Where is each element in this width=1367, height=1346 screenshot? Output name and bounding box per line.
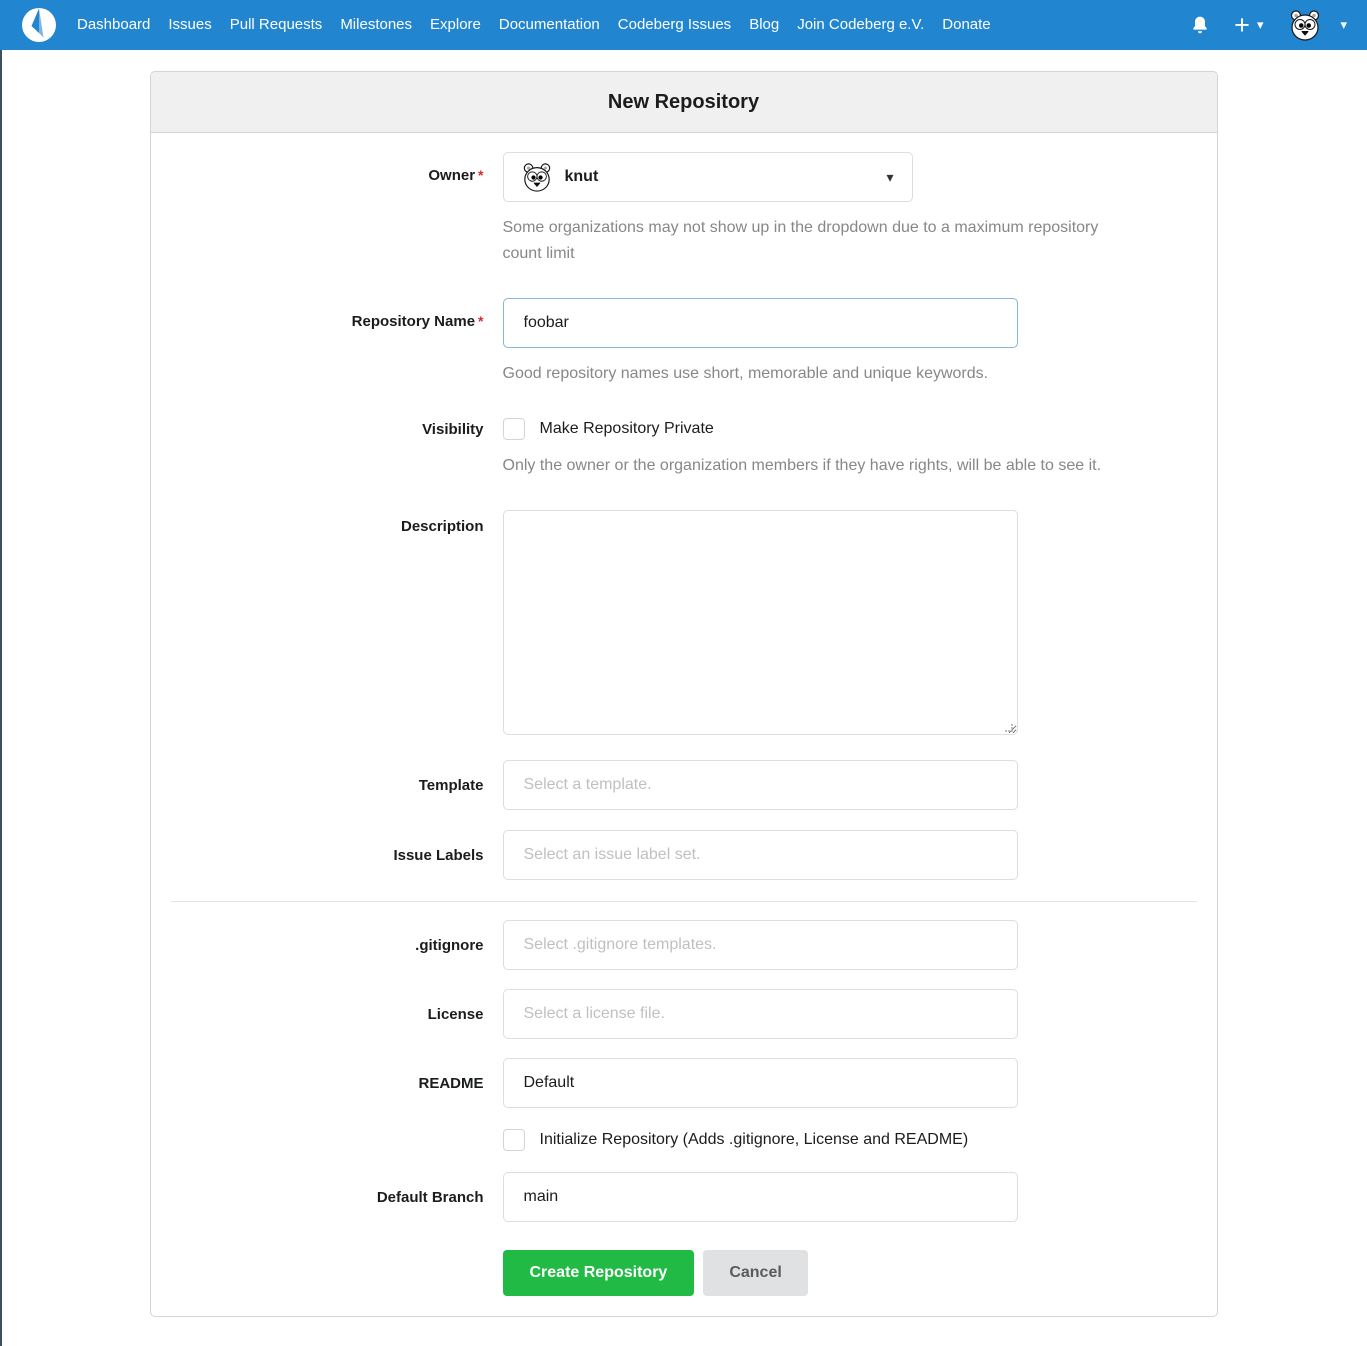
default-branch-row: Default Branch [171,1172,1197,1222]
section-divider [170,901,1197,902]
repo-name-label: Repository Name * [351,313,484,330]
nav-item-donate[interactable]: Donate [933,0,999,50]
new-repository-panel: New Repository Owner * knut ▾ Some organ… [149,71,1218,1317]
init-repo-checkbox-label[interactable]: Initialize Repository (Adds .gitignore, … [540,1131,969,1149]
form-actions-row: Create Repository Cancel [171,1250,1197,1296]
nav-item-issues[interactable]: Issues [159,0,220,50]
visibility-label: Visibility [422,421,484,438]
notifications-button[interactable] [1190,14,1210,36]
nav-item-documentation[interactable]: Documentation [490,0,609,50]
owner-label: Owner * [428,167,484,184]
private-checkbox-label[interactable]: Make Repository Private [540,420,714,438]
description-row: Description [171,510,1197,740]
owner-row: Owner * knut ▾ Some organizations may no… [171,152,1197,267]
left-edge-divider [0,50,2,1346]
codeberg-logo-icon[interactable] [21,7,57,43]
dropdown-caret-icon: ▾ [886,168,894,185]
visibility-row: Visibility Make Repository Private Only … [171,418,1197,479]
template-row: Template [171,760,1197,810]
create-new-menu[interactable]: + ▾ [1234,9,1264,40]
chevron-down-icon: ▾ [1256,17,1264,32]
visibility-help-text: Only the owner or the organization membe… [502,457,1102,474]
bell-icon [1193,16,1207,34]
user-menu-chevron-icon[interactable]: ▾ [1340,17,1347,33]
license-input[interactable] [502,989,1018,1039]
top-navbar: Dashboard Issues Pull Requests Milestone… [0,0,1367,50]
license-label: License [427,1005,484,1023]
required-asterisk: * [478,167,484,183]
repo-name-help-text: Good repository names use short, memorab… [502,365,989,382]
nav-item-pull-requests[interactable]: Pull Requests [221,0,332,50]
readme-input[interactable] [502,1058,1018,1108]
owner-avatar [523,163,550,192]
default-branch-label: Default Branch [376,1188,484,1206]
readme-label: README [418,1074,484,1092]
nav-item-blog[interactable]: Blog [740,0,788,50]
nav-item-join-codeberg[interactable]: Join Codeberg e.V. [788,0,933,50]
license-row: License [171,989,1197,1039]
gitignore-label: .gitignore [415,936,484,954]
issue-labels-label: Issue Labels [393,846,484,864]
plus-icon: + [1234,9,1250,40]
template-label: Template [418,776,484,794]
gitignore-row: .gitignore [171,920,1197,970]
issue-labels-input[interactable] [502,830,1018,880]
init-repo-row: Initialize Repository (Adds .gitignore, … [171,1129,1197,1151]
owner-help-text: Some organizations may not show up in th… [502,219,1099,262]
user-avatar[interactable] [1289,9,1321,41]
nav-item-dashboard[interactable]: Dashboard [68,0,159,50]
navbar-right-controls: + ▾ ▾ [1190,9,1347,41]
create-repository-button[interactable]: Create Repository [502,1250,695,1296]
nav-item-codeberg-issues[interactable]: Codeberg Issues [609,0,740,50]
repo-name-row: Repository Name* Good repository names u… [171,298,1197,387]
owner-dropdown[interactable]: knut ▾ [502,152,913,202]
owner-selected-value: knut [564,168,599,185]
issue-labels-row: Issue Labels [171,830,1197,880]
page-title: New Repository [150,72,1217,133]
nav-item-milestones[interactable]: Milestones [331,0,421,50]
nav-item-explore[interactable]: Explore [421,0,490,50]
private-checkbox[interactable] [502,418,525,440]
new-repository-form: Owner * knut ▾ Some organizations may no… [151,133,1217,1316]
cancel-button[interactable]: Cancel [703,1250,808,1296]
readme-row: README [171,1058,1197,1108]
gitignore-input[interactable] [502,920,1018,970]
required-asterisk: * [478,313,484,329]
description-textarea[interactable] [502,510,1018,735]
repo-name-input[interactable] [502,298,1018,348]
init-repo-checkbox[interactable] [502,1129,525,1151]
default-branch-input[interactable] [502,1172,1018,1222]
template-input[interactable] [502,760,1018,810]
description-label: Description [400,518,484,535]
